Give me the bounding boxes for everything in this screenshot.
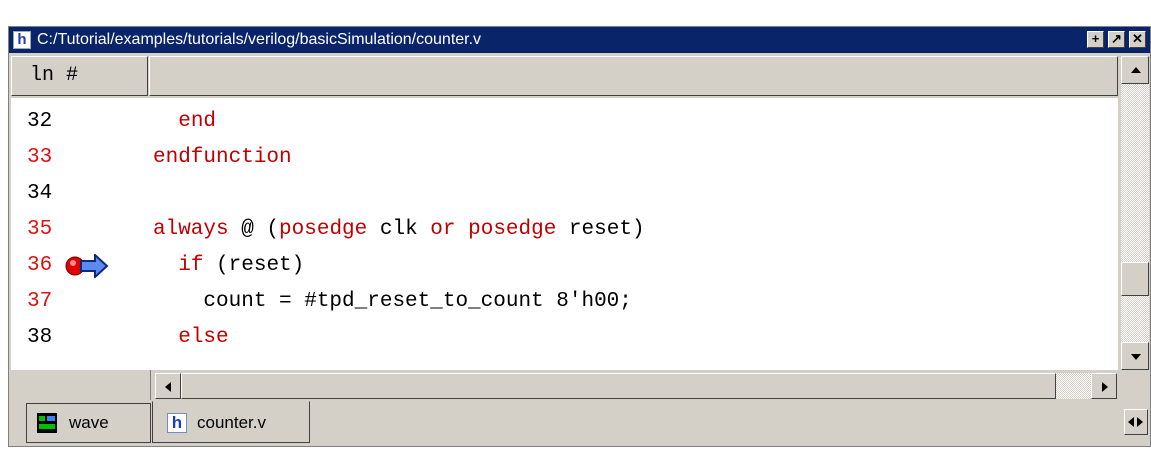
code-line-current: 36 if (reset) [11,248,711,284]
h-file-icon: h [13,31,31,49]
code-editor[interactable]: 32 end 33 endfunction 34 35 always @ (po… [11,98,1118,370]
code-text: count = #tpd_reset_to_count 8'h00; [153,290,632,313]
gutter-scroll-area [11,370,151,400]
tab-label: wave [69,413,109,432]
current-line-arrow-icon [65,254,109,278]
source-header [149,56,1118,96]
code-text: if (reset) [178,254,305,277]
arrow-right-icon [1102,382,1108,392]
tab-counter-v[interactable]: h counter.v [152,401,310,443]
code-line: 35 always @ (posedge clk or posedge rese… [11,212,645,248]
code-text: end [178,110,217,133]
line-number[interactable]: 38 [27,320,52,356]
close-button[interactable]: ✕ [1129,31,1146,48]
vertical-scrollbar[interactable] [1121,56,1149,370]
code-line: 34 [11,176,87,212]
arrow-down-icon [1131,354,1141,360]
source-window: h C:/Tutorial/examples/tutorials/verilog… [8,26,1151,447]
line-number-header[interactable]: ln # [11,56,148,96]
code-line: 32 end [11,104,216,140]
line-number[interactable]: 36 [27,248,52,284]
code-text: else [178,326,229,349]
scroll-left-button[interactable] [155,373,181,399]
code-text: always @ (posedge clk or posedge reset) [153,218,645,241]
arrow-up-icon [1131,67,1141,73]
line-number[interactable]: 33 [27,140,52,176]
code-text: endfunction [153,146,292,169]
float-window-button[interactable]: ↗ [1108,31,1125,48]
title-bar[interactable]: h C:/Tutorial/examples/tutorials/verilog… [9,27,1150,53]
line-number[interactable]: 34 [27,176,52,212]
arrow-left-icon [165,382,171,392]
tab-bar: wave h counter.v [9,401,1150,446]
wave-window-icon [37,413,57,433]
code-line: 38 else [11,320,229,356]
maximize-button[interactable]: + [1087,31,1104,48]
horizontal-scrollbar[interactable] [155,373,1117,399]
vertical-scroll-thumb[interactable] [1121,262,1149,296]
horizontal-scrollbar-row [11,370,1149,400]
tab-wave[interactable]: wave [26,403,151,443]
code-line: 37 count = #tpd_reset_to_count 8'h00; [11,284,632,320]
line-number[interactable]: 37 [27,284,52,320]
scroll-right-button[interactable] [1091,373,1117,399]
line-number[interactable]: 32 [27,104,52,140]
arrow-right-icon [1137,417,1143,427]
tab-scroll-button[interactable] [1124,409,1148,435]
scroll-down-button[interactable] [1121,342,1149,370]
line-number[interactable]: 35 [27,212,52,248]
window-title: C:/Tutorial/examples/tutorials/verilog/b… [37,31,482,48]
h-file-icon: h [167,413,187,433]
column-header: ln # [11,56,1118,98]
horizontal-scroll-thumb[interactable] [181,373,1056,399]
scroll-up-button[interactable] [1121,56,1149,84]
tab-label: counter.v [197,413,266,432]
code-line: 33 endfunction [11,140,292,176]
arrow-left-icon [1128,417,1134,427]
